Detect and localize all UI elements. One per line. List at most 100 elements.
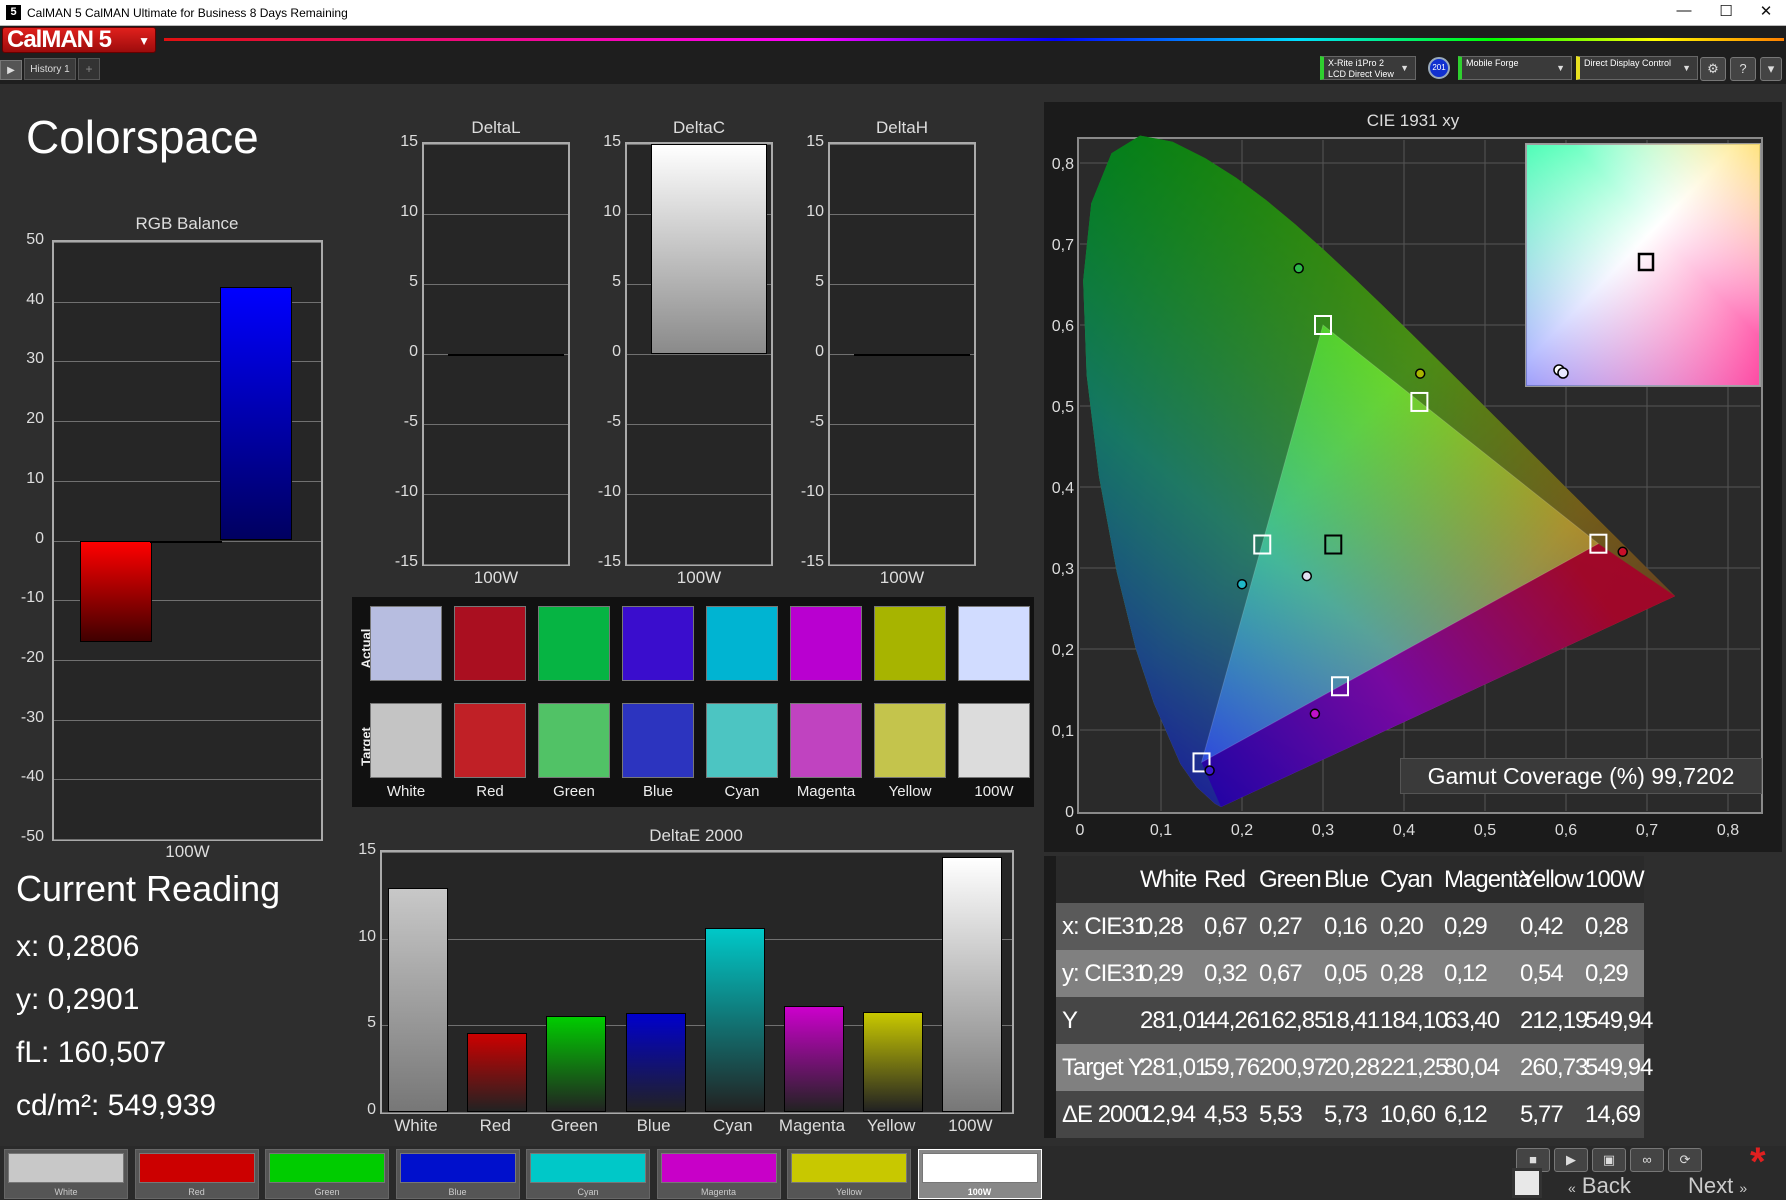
logo-text: CalMAN 5 [7, 26, 112, 53]
table-cell: 162,85 [1259, 1007, 1327, 1034]
source-selector[interactable]: Mobile Forge ▼ [1458, 56, 1572, 80]
grid-line [54, 659, 321, 661]
table-cell: 0,29 [1585, 960, 1629, 987]
chevron-down-icon: ▼ [1400, 63, 1409, 73]
stop-square-button[interactable] [1512, 1168, 1542, 1198]
deltae-plot [380, 850, 1014, 1114]
y-tick-label: -15 [597, 553, 621, 570]
patch-button-red[interactable]: Red [134, 1149, 259, 1199]
table-cell: 80,04 [1444, 1054, 1500, 1081]
table-cell: 5,77 [1520, 1101, 1564, 1128]
y-tick-label: -20 [20, 648, 44, 666]
table-cell: 0,42 [1520, 913, 1564, 940]
cie-y-tick: 0,6 [1052, 318, 1074, 335]
target-swatch-red [454, 703, 526, 778]
next-label: Next [1688, 1173, 1734, 1198]
target-swatch-green [538, 703, 610, 778]
grid-line [830, 494, 974, 495]
display-control-selector[interactable]: Direct Display Control ▼ [1576, 56, 1698, 80]
y-tick-label: 20 [26, 410, 44, 428]
table-header-cell: Green [1259, 866, 1322, 893]
grid-line [627, 424, 771, 425]
window-title: CalMAN 5 CalMAN Ultimate for Business 8 … [27, 6, 348, 20]
loop-icon[interactable]: ∞ [1630, 1148, 1664, 1172]
back-button[interactable]: « Back [1568, 1174, 1660, 1198]
y-tick-label: 10 [26, 469, 44, 487]
patch-button-magenta[interactable]: Magenta [656, 1149, 781, 1199]
calman-logo-menu[interactable]: CalMAN 5 ▼ [2, 27, 156, 53]
help-icon[interactable]: ? [1730, 57, 1756, 81]
y-tick-label: -50 [20, 828, 44, 845]
play-icon[interactable]: ▶ [0, 60, 22, 80]
table-cell: 6,12 [1444, 1101, 1488, 1128]
patch-button-yellow[interactable]: Yellow [787, 1149, 911, 1199]
grid-line [830, 284, 974, 285]
y-tick-label: -30 [20, 708, 44, 726]
y-tick-label: 0 [409, 343, 418, 360]
y-tick-label: -10 [394, 483, 418, 500]
table-header-cell: 100W [1585, 866, 1645, 893]
swatch-panel: Actual Target White Red Green Blue Cyan Magen… [352, 597, 1034, 807]
deltae-bar-cyan [704, 928, 765, 1112]
table-header-cell: White [1140, 866, 1197, 893]
deltae-bar-green [546, 1016, 607, 1112]
history-tab[interactable]: History 1 [24, 58, 76, 80]
table-header-row: White Red Green Blue Cyan Magenta Yellow 100W [1044, 856, 1645, 903]
close-button[interactable]: ✕ [1746, 2, 1786, 20]
patch-button-blue[interactable]: Blue [395, 1149, 520, 1199]
table-cell: 0,67 [1259, 960, 1303, 987]
y-tick-label: 10 [358, 927, 376, 945]
cie-zoom-inset-overlay [1526, 144, 1760, 386]
table-cell: 0,29 [1140, 960, 1184, 987]
table-row: x: CIE31 0,28 0,67 0,27 0,16 0,20 0,29 0,42 0,28 [1044, 903, 1644, 950]
cie-measured-cyan [1236, 578, 1248, 590]
target-swatch-magenta [790, 703, 862, 778]
cie-measured-red [1617, 546, 1628, 558]
table-cell: 59,76 [1204, 1054, 1260, 1081]
minimize-button[interactable]: — [1664, 2, 1704, 19]
patch-button-cyan[interactable]: Cyan [526, 1149, 650, 1199]
table-cell: 18,41 [1324, 1007, 1380, 1034]
grid-line [382, 852, 1012, 853]
meter-badge[interactable]: 201 [1428, 57, 1450, 79]
refresh-icon[interactable]: ⟳ [1668, 1148, 1702, 1172]
rgb-bar-red [80, 540, 152, 642]
add-tab-button[interactable]: + [78, 58, 100, 80]
meter-selector[interactable]: X-Rite i1Pro 2 LCD Direct View ▼ [1320, 56, 1416, 80]
y-tick-label: 0 [815, 343, 824, 360]
grid-line [424, 494, 568, 495]
target-swatch-white [370, 703, 442, 778]
deltae-bar-red [467, 1033, 528, 1112]
patch-label: Yellow [836, 1187, 862, 1197]
source-name: Mobile Forge [1466, 58, 1519, 68]
patch-color [269, 1153, 385, 1183]
app-icon: 5 [6, 5, 21, 20]
patch-button-white[interactable]: White [4, 1149, 128, 1199]
table-header-cell: Blue [1324, 866, 1369, 893]
reading-x: x: 0,2806 [16, 930, 140, 963]
expand-icon[interactable]: ▾ [1760, 57, 1782, 81]
swatch-label: Magenta [796, 783, 856, 800]
patch-button-100w[interactable]: 100W [917, 1149, 1042, 1199]
next-button[interactable]: Next » [1688, 1174, 1780, 1198]
settings-gear-icon[interactable]: ⚙ [1700, 57, 1726, 81]
grid-line [424, 284, 568, 285]
grid-line [382, 1112, 1012, 1113]
delta-chart-title: DeltaH [876, 118, 928, 137]
table-row-label: Target Y [1062, 1054, 1144, 1081]
play-icon[interactable]: ▶ [1554, 1148, 1588, 1172]
table-cell: 0,28 [1585, 913, 1629, 940]
save-icon[interactable]: ▣ [1592, 1148, 1626, 1172]
cie-x-tick: 0,5 [1474, 822, 1496, 839]
chevron-down-icon: ▼ [1556, 63, 1565, 73]
actual-swatch-white [370, 606, 442, 681]
chevron-down-icon: ▼ [138, 34, 150, 48]
rainbow-bar [164, 38, 1784, 41]
table-cell: 5,73 [1324, 1101, 1368, 1128]
delta-bar [854, 354, 970, 356]
patch-button-green[interactable]: Green [265, 1149, 389, 1199]
grid-line [830, 424, 974, 425]
maximize-button[interactable]: ☐ [1706, 2, 1746, 20]
swatch-label: Blue [642, 783, 674, 800]
table-cell: 184,10 [1380, 1007, 1448, 1034]
